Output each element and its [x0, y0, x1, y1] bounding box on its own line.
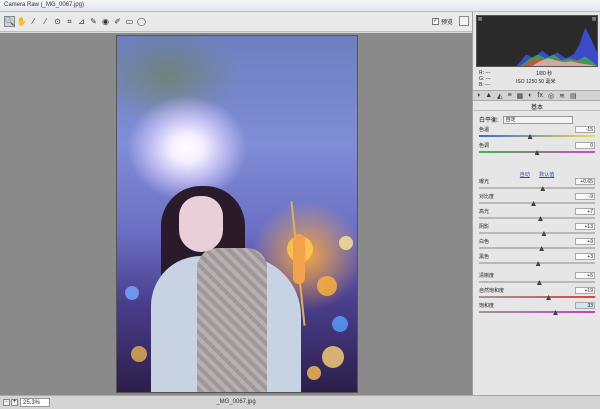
red-eye-tool-icon[interactable]: ◉ [100, 16, 111, 27]
adjustment-brush-icon[interactable]: ✐ [112, 16, 123, 27]
slider-row: 高光 +7 [479, 208, 595, 222]
slider-label: 自然饱和度 [479, 288, 505, 294]
window-title: Camera Raw (_MG_0067.jpg) [4, 2, 85, 8]
panel-tab-4-icon[interactable]: ▦ [517, 92, 524, 100]
slider-track[interactable] [479, 311, 595, 313]
slider-track[interactable] [479, 135, 595, 137]
panel-tab-8-icon[interactable]: ≋ [559, 92, 565, 100]
slider-row: 色温 -15 [479, 126, 595, 140]
graduated-filter-icon[interactable]: ▭ [124, 16, 135, 27]
slider-label: 高光 [479, 209, 490, 215]
slider-value-input[interactable]: +3 [575, 253, 595, 260]
panel-section-title: 基本 [473, 102, 600, 111]
radial-filter-icon[interactable]: ◯ [136, 16, 147, 27]
slider-value-input[interactable]: 0 [575, 142, 595, 149]
blue-readout: B: --- [479, 82, 491, 88]
panel-tabs: ◑ ▲ ◭ ≡ ▦ ◐ fx ◎ ≋ ▤ [473, 90, 600, 101]
slider-label: 饱和度 [479, 303, 495, 309]
slider-row: 自然饱和度 +19 [479, 287, 595, 301]
panel-tab-7-icon[interactable]: ◎ [548, 92, 554, 100]
slider-label: 对比度 [479, 194, 495, 200]
crop-tool-icon[interactable]: ⌗ [64, 16, 75, 27]
slider-value-input[interactable]: +7 [575, 208, 595, 215]
slider-value-input[interactable]: +19 [575, 287, 595, 294]
toolbar: ✓ 预览 🔍 ✋ ⁄ ⁄ ⊙ ⌗ ⊿ ✎ ◉ ✐ ▭ ◯ [0, 12, 472, 32]
auto-link[interactable]: 自动 [520, 172, 530, 178]
slider-label: 色温 [479, 127, 490, 133]
slider-track[interactable] [479, 281, 595, 283]
slider-label: 色调 [479, 143, 490, 149]
hand-tool-icon[interactable]: ✋ [16, 16, 27, 27]
preview-toggle[interactable]: ✓ 预览 [432, 17, 453, 26]
slider-row: 阴影 +13 [479, 223, 595, 237]
slider-track[interactable] [479, 296, 595, 298]
auto-default-links: 自动 默认值 [473, 171, 600, 178]
white-balance-tool-icon[interactable]: ⁄ [28, 16, 39, 27]
white-balance-select[interactable]: 自定 [502, 115, 573, 124]
slider-value-input[interactable]: +9 [575, 238, 595, 245]
zoom-tool-icon[interactable]: 🔍 [4, 16, 15, 27]
slider-row: 饱和度 33 [479, 302, 595, 316]
slider-track[interactable] [479, 187, 595, 189]
slider-track[interactable] [479, 217, 595, 219]
fullscreen-button[interactable] [459, 16, 469, 26]
slider-row: 色调 0 [479, 142, 595, 156]
slider-value-input[interactable]: +13 [575, 223, 595, 230]
default-link[interactable]: 默认值 [539, 172, 554, 178]
straighten-tool-icon[interactable]: ⊿ [76, 16, 87, 27]
slider-row: 对比度 -9 [479, 193, 595, 207]
panel-tab-9-icon[interactable]: ▤ [570, 92, 577, 100]
white-balance-row: 白平衡: 自定 [479, 115, 595, 124]
slider-row: 黑色 +3 [479, 253, 595, 267]
slider-value-input[interactable]: -9 [575, 193, 595, 200]
preview-checkbox[interactable]: ✓ [432, 18, 439, 25]
slider-row: 清晰度 +5 [479, 272, 595, 286]
slider-label: 清晰度 [479, 273, 495, 279]
panel-tab-6-icon[interactable]: fx [538, 92, 543, 99]
color-sampler-tool-icon[interactable]: ⁄ [40, 16, 51, 27]
slider-label: 曝光 [479, 179, 490, 185]
slider-value-input[interactable]: +5 [575, 272, 595, 279]
preview-label: 预览 [441, 20, 454, 26]
panel-tab-0-icon[interactable]: ◑ [476, 92, 480, 99]
shutter-speed: 1/80 秒 [536, 71, 553, 77]
slider-row: 白色 +9 [479, 238, 595, 252]
camera-info: R: --- G: --- B: --- 1/80 秒 ISO 1250 50 … [476, 68, 598, 90]
panel-tab-5-icon[interactable]: ◐ [528, 92, 532, 99]
preview-canvas[interactable] [0, 33, 472, 395]
white-balance-label: 白平衡: [479, 118, 499, 124]
panel-tab-2-icon[interactable]: ◭ [497, 92, 502, 100]
slider-value-input[interactable]: 33 [575, 302, 595, 309]
adjustments-panel: R: --- G: --- B: --- 1/80 秒 ISO 1250 50 … [472, 12, 600, 395]
iso-focal-length: ISO 1250 50 毫米 [516, 79, 556, 85]
slider-label: 阴影 [479, 224, 490, 230]
slider-row: 曝光 +0.65 [479, 178, 595, 192]
histogram [476, 15, 598, 67]
slider-value-input[interactable]: +0.65 [575, 178, 595, 185]
panel-tab-3-icon[interactable]: ≡ [508, 92, 512, 99]
panel-tab-1-icon[interactable]: ▲ [485, 92, 492, 99]
slider-track[interactable] [479, 202, 595, 204]
file-name: _MG_0067.jpg [216, 399, 256, 405]
slider-label: 白色 [479, 239, 490, 245]
spot-removal-tool-icon[interactable]: ✎ [88, 16, 99, 27]
status-bar: - + 25.3% _MG_0067.jpg [0, 395, 600, 409]
photo-preview [116, 35, 358, 393]
slider-value-input[interactable]: -15 [575, 126, 595, 133]
title-bar: Camera Raw (_MG_0067.jpg) [0, 0, 600, 12]
slider-track[interactable] [479, 232, 595, 234]
slider-track[interactable] [479, 247, 595, 249]
targeted-adjust-tool-icon[interactable]: ⊙ [52, 16, 63, 27]
slider-label: 黑色 [479, 254, 490, 260]
